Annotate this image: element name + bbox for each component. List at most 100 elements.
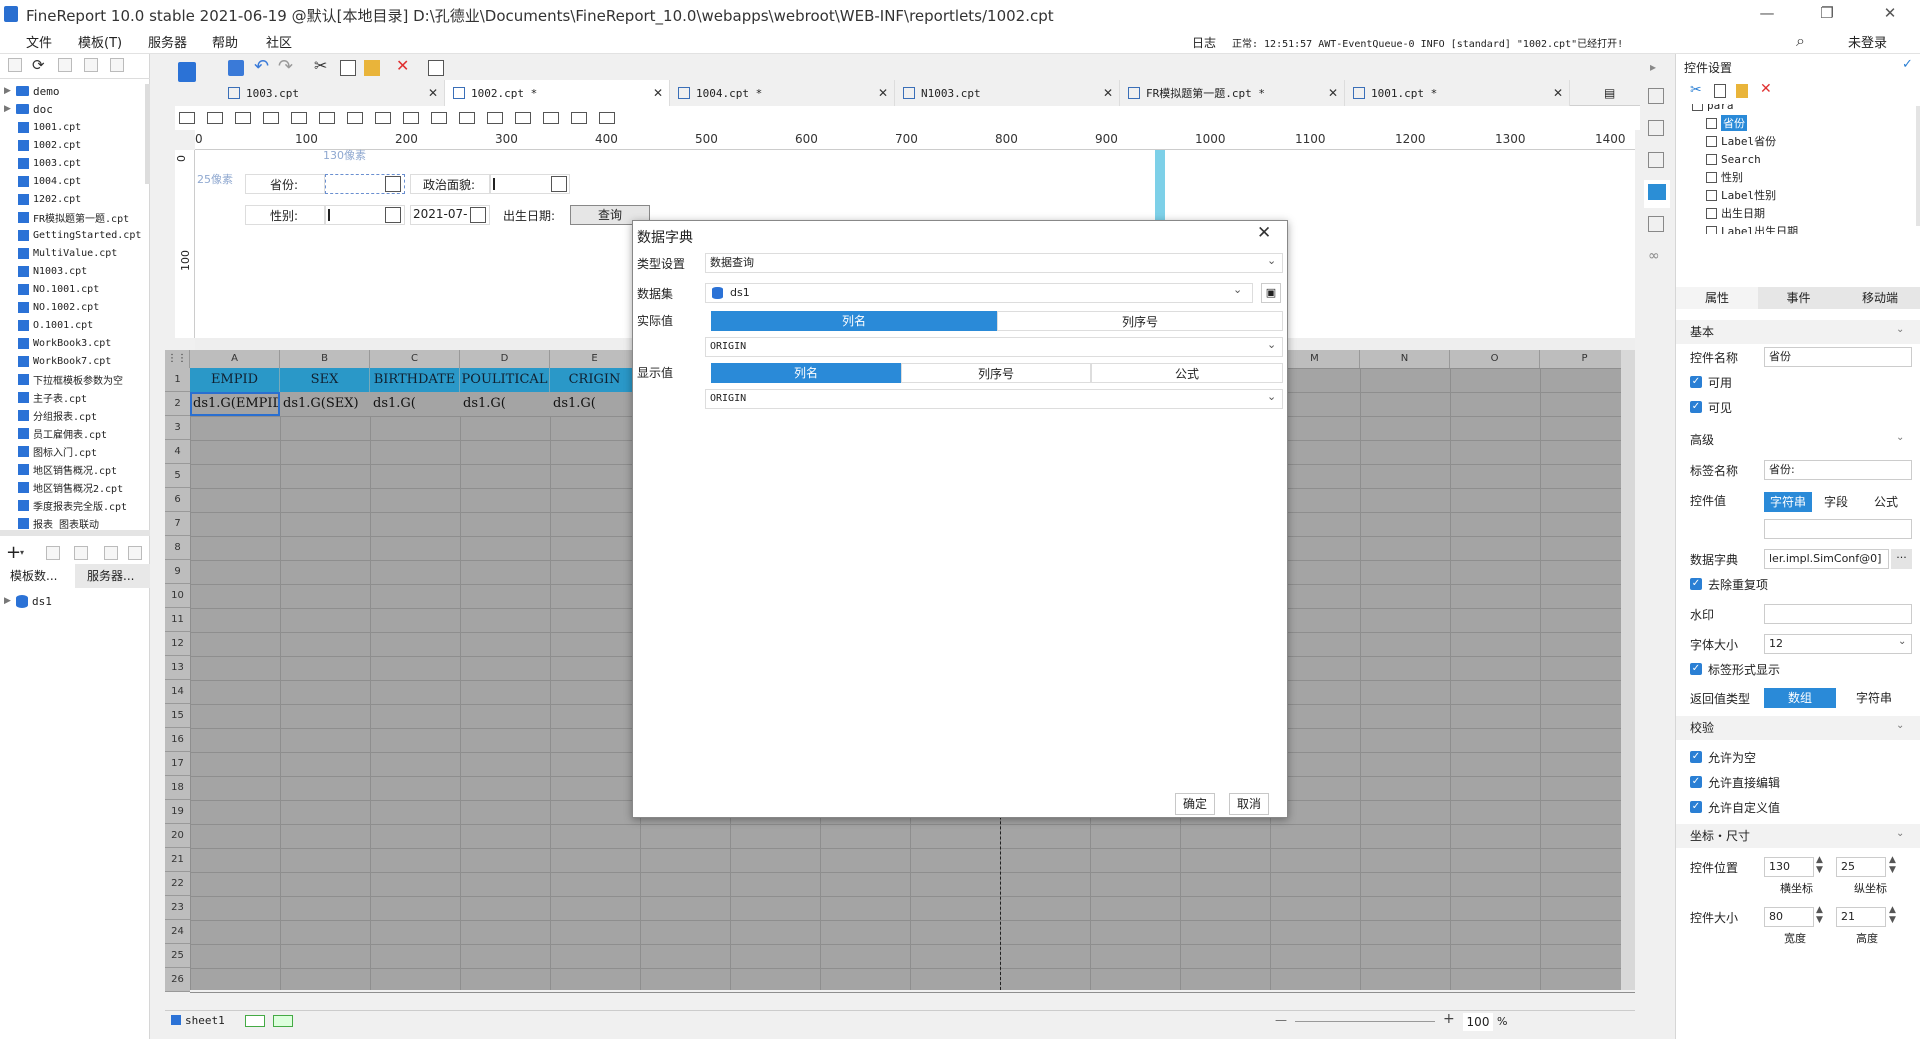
tag-name-field[interactable]: 省份:: [1764, 460, 1912, 480]
allow-empty-checkbox[interactable]: ✓: [1690, 751, 1702, 763]
widget-name-field[interactable]: 省份: [1764, 347, 1912, 367]
menu-community[interactable]: 社区: [266, 32, 292, 51]
tree-file[interactable]: GettingStarted.cpt: [18, 226, 141, 244]
row-header[interactable]: 1: [165, 368, 190, 392]
label-form-checkbox[interactable]: ✓: [1690, 663, 1702, 675]
row-header[interactable]: 25: [165, 944, 190, 968]
position-x-field[interactable]: 130: [1764, 857, 1814, 877]
widget-tool-icon[interactable]: [515, 112, 531, 124]
close-tab-icon[interactable]: ✕: [1328, 86, 1338, 100]
tree-file[interactable]: NO.1002.cpt: [18, 298, 99, 316]
combo-dropdown-icon[interactable]: [385, 207, 401, 223]
row-header[interactable]: 19: [165, 800, 190, 824]
zoom-out-icon[interactable]: —: [1275, 1013, 1287, 1027]
label-birthdate[interactable]: 出生日期:: [503, 207, 555, 224]
tab-5[interactable]: FR模拟题第一题.cpt * ✕: [1120, 80, 1345, 106]
tree-file[interactable]: 1002.cpt: [18, 136, 81, 154]
section-coords[interactable]: 坐标・尺寸: [1676, 824, 1920, 848]
tab-4[interactable]: N1003.cpt ✕: [895, 80, 1120, 106]
display-by-formula[interactable]: 公式: [1091, 363, 1283, 383]
tab-list-icon[interactable]: ▤: [1604, 86, 1615, 100]
row-header[interactable]: 21: [165, 848, 190, 872]
delete-x-icon[interactable]: ✕: [1760, 81, 1772, 97]
widget-value-field[interactable]: [1764, 519, 1912, 539]
row-header[interactable]: 17: [165, 752, 190, 776]
section-toggle-icon[interactable]: ⌄: [1896, 324, 1904, 335]
widget-tool-icon[interactable]: [347, 112, 363, 124]
row-header[interactable]: 26: [165, 968, 190, 992]
zoom-in-icon[interactable]: +: [1443, 1011, 1455, 1027]
widget-node[interactable]: para: [1692, 104, 1734, 114]
row-header[interactable]: 23: [165, 896, 190, 920]
widget-node[interactable]: Label性别: [1706, 186, 1776, 204]
add-dropdown-icon[interactable]: ▾: [20, 548, 24, 557]
chevron-down-icon[interactable]: ⌄: [1233, 283, 1242, 296]
header-cell[interactable]: BIRTHDATE: [370, 368, 460, 392]
combo-dropdown-icon[interactable]: [385, 176, 401, 192]
menu-file[interactable]: 文件: [26, 32, 52, 51]
widget-node[interactable]: 性别: [1706, 168, 1743, 186]
preview-icon[interactable]: [104, 546, 118, 560]
tree-file[interactable]: 分组报表.cpt: [18, 406, 97, 424]
more-icon[interactable]: ···: [1891, 549, 1912, 569]
tree-folder[interactable]: ▶ doc: [4, 100, 53, 118]
server-dataset-icon[interactable]: [128, 546, 142, 560]
dataset-preview-icon[interactable]: ▣: [1261, 283, 1281, 303]
tab-events[interactable]: 事件: [1758, 287, 1839, 309]
tab-properties[interactable]: 属性: [1676, 287, 1758, 309]
widget-settings-icon[interactable]: [1648, 184, 1666, 200]
tree-file[interactable]: MultiValue.cpt: [18, 244, 117, 262]
value-type-formula[interactable]: 公式: [1860, 492, 1912, 512]
section-advanced[interactable]: 高级: [1676, 428, 1920, 452]
redo-icon[interactable]: ↷: [278, 56, 293, 77]
header-cell[interactable]: SEX: [280, 368, 370, 392]
login-link[interactable]: 未登录: [1848, 32, 1887, 51]
paste-icon[interactable]: [1736, 84, 1748, 98]
cancel-button[interactable]: 取消: [1229, 793, 1269, 815]
tree-scrollbar[interactable]: [145, 84, 150, 184]
row-header[interactable]: 16: [165, 728, 190, 752]
tree-hscrollbar[interactable]: [0, 530, 150, 536]
cell-element-icon[interactable]: [1648, 88, 1664, 104]
calendar-icon[interactable]: [470, 207, 486, 223]
widget-tool-icon[interactable]: [375, 112, 391, 124]
sheet-tab[interactable]: sheet1: [185, 1014, 225, 1027]
tree-file[interactable]: 季度报表完全版.cpt: [18, 496, 127, 514]
chevron-down-icon[interactable]: ⌄: [1267, 338, 1276, 351]
corner-cell[interactable]: ⋮⋮: [165, 350, 190, 368]
return-type-array[interactable]: 数组: [1764, 688, 1836, 708]
row-header[interactable]: 14: [165, 680, 190, 704]
pin-icon[interactable]: ✓: [1902, 57, 1913, 72]
enabled-checkbox[interactable]: ✓: [1690, 376, 1702, 388]
tree-file[interactable]: FR模拟题第一题.cpt: [18, 208, 129, 226]
widget-node[interactable]: Label出生日期: [1706, 222, 1798, 234]
data-cell[interactable]: ds1.G(EMPID: [190, 392, 280, 416]
tab-3[interactable]: 1004.cpt * ✕: [670, 80, 895, 106]
new-folder-icon[interactable]: [8, 58, 22, 72]
display-by-column-index[interactable]: 列序号: [901, 363, 1091, 383]
section-toggle-icon[interactable]: ⌄: [1896, 828, 1904, 839]
display-column-select[interactable]: ORIGIN: [705, 389, 1283, 409]
copy-icon[interactable]: [340, 60, 356, 76]
stepper-icon[interactable]: ▲ ▼: [1889, 855, 1896, 875]
font-size-select[interactable]: 12: [1764, 634, 1912, 654]
value-type-string[interactable]: 字符串: [1764, 492, 1812, 512]
row-header[interactable]: 7: [165, 512, 190, 536]
allow-custom-checkbox[interactable]: ✓: [1690, 801, 1702, 813]
column-header[interactable]: O: [1450, 350, 1540, 368]
grid-vscrollbar[interactable]: [1621, 350, 1635, 990]
add-report-sheet-icon[interactable]: [245, 1015, 265, 1027]
header-cell[interactable]: CRIGIN: [550, 368, 640, 392]
column-header[interactable]: A: [190, 350, 280, 368]
tree-file[interactable]: O.1001.cpt: [18, 316, 93, 334]
widget-tool-icon[interactable]: [571, 112, 587, 124]
locate-icon[interactable]: [58, 58, 72, 72]
tree-file[interactable]: 下拉框模板参数为空: [18, 370, 123, 388]
row-header[interactable]: 8: [165, 536, 190, 560]
widget-node[interactable]: 出生日期: [1706, 204, 1765, 222]
widget-tool-icon[interactable]: [291, 112, 307, 124]
close-tab-icon[interactable]: ✕: [653, 86, 663, 100]
close-tab-icon[interactable]: ✕: [1553, 86, 1563, 100]
maximize-icon[interactable]: ❐: [1812, 4, 1842, 22]
widget-tool-icon[interactable]: [319, 112, 335, 124]
